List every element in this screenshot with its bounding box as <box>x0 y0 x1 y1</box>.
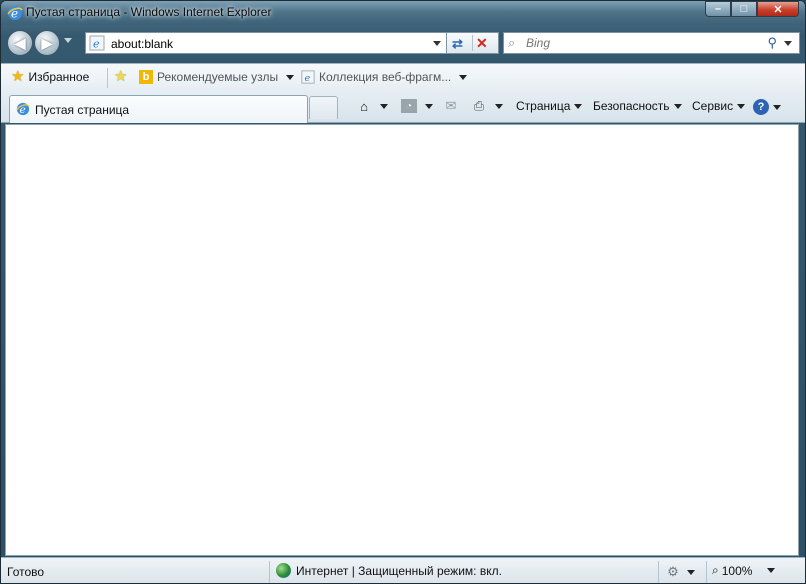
ie-page-icon: e <box>89 35 105 51</box>
print-button[interactable]: ⎙ <box>471 98 503 113</box>
web-slice-gallery-dropdown-icon[interactable] <box>459 74 468 80</box>
tab-title: Пустая страница <box>35 103 130 117</box>
tools-menu-button[interactable]: Сервис <box>692 99 746 113</box>
search-provider-icon: ⌕ <box>508 35 516 50</box>
minimize-button[interactable]: – <box>705 1 731 17</box>
page-menu-label: Страница <box>516 99 571 113</box>
status-text: Готово <box>7 565 45 579</box>
safety-menu-label: Безопасность <box>593 99 670 113</box>
new-tab-button[interactable] <box>309 96 338 119</box>
title-bar[interactable]: e Пустая страница - Windows Internet Exp… <box>1 1 805 25</box>
feeds-button[interactable]: ◔ <box>401 99 433 113</box>
search-button[interactable]: ⚲ <box>767 35 777 51</box>
read-mail-button[interactable]: ✉ <box>443 98 459 113</box>
svg-text:e: e <box>93 38 100 51</box>
address-tools: ⇄ ✕ <box>447 32 499 54</box>
search-options-dropdown-icon[interactable] <box>784 41 792 46</box>
page-content-area[interactable] <box>5 124 799 556</box>
security-zone-label: Интернет | Защищенный режим: вкл. <box>296 563 502 578</box>
home-icon: ⌂ <box>360 98 368 114</box>
close-button[interactable]: ✕ <box>757 1 799 17</box>
navigation-bar: ◀ ▶ e about:blank ⇄ ✕ ⌕ ⚲ <box>1 25 805 61</box>
search-box[interactable]: ⌕ ⚲ <box>503 32 800 54</box>
security-zone[interactable]: Интернет | Защищенный режим: вкл. <box>276 563 502 578</box>
zoom-magnifier-icon: ⌕ <box>712 563 719 577</box>
zoom-level: 100% <box>721 563 753 578</box>
tab-row: e Пустая страница ⌂ ◔ ✉ ⎙ Страница Безоп… <box>1 91 805 123</box>
rss-feed-icon: ◔ <box>401 99 417 113</box>
print-dropdown-icon[interactable] <box>495 103 503 109</box>
home-button[interactable]: ⌂ <box>356 98 388 114</box>
refresh-button[interactable]: ⇄ <box>452 36 463 52</box>
status-bar: Готово Интернет | Защищенный режим: вкл.… <box>1 557 805 583</box>
printer-icon: ⎙ <box>473 98 485 113</box>
tools-menu-label: Сервис <box>692 99 734 113</box>
stop-button[interactable]: ✕ <box>476 35 488 52</box>
suggested-sites-dropdown-icon[interactable] <box>286 74 295 80</box>
favorites-star-icon: ★ <box>11 68 25 85</box>
tools-menu-dropdown-icon <box>737 103 746 109</box>
forward-button[interactable]: ▶ <box>34 30 60 56</box>
page-menu-button[interactable]: Страница <box>516 99 583 113</box>
web-slice-gallery-button[interactable]: e Коллекция веб-фрагм... <box>301 70 468 84</box>
status-tools-dropdown-icon[interactable] <box>687 569 695 575</box>
window-title: Пустая страница - Windows Internet Explo… <box>26 5 272 19</box>
recent-pages-dropdown-icon[interactable] <box>64 38 72 43</box>
suggested-sites-label: Рекомендуемые узлы <box>157 70 279 84</box>
address-tools-divider <box>472 35 473 51</box>
address-url[interactable]: about:blank <box>111 37 173 51</box>
favorites-button[interactable]: ★ Избранное <box>11 68 90 85</box>
favorites-bar: ★ Избранное ★ b Рекомендуемые узлы e Кол… <box>1 63 805 91</box>
favorites-label: Избранное <box>28 70 90 84</box>
add-favorite-star-icon: ★ <box>114 68 128 85</box>
suggested-sites-button[interactable]: b Рекомендуемые узлы <box>139 70 295 84</box>
home-dropdown-icon[interactable] <box>380 103 388 109</box>
status-tools-button[interactable]: ⚙ <box>665 564 695 579</box>
safety-menu-dropdown-icon <box>673 103 682 109</box>
help-dropdown-icon <box>773 104 781 110</box>
status-divider <box>706 561 707 583</box>
feeds-dropdown-icon[interactable] <box>425 103 433 109</box>
help-icon: ? <box>753 99 769 115</box>
ie-logo-icon: e <box>7 6 23 21</box>
add-to-favorites-bar-button[interactable]: ★ <box>114 68 128 85</box>
maximize-button[interactable]: □ <box>731 1 757 17</box>
zoom-dropdown-icon[interactable] <box>767 568 776 573</box>
status-divider <box>269 561 270 583</box>
address-dropdown-icon[interactable] <box>433 41 441 46</box>
caption-buttons: – □ ✕ <box>705 1 799 17</box>
tab-blank-page[interactable]: e Пустая страница <box>9 95 308 123</box>
help-menu-button[interactable]: ? <box>753 99 781 115</box>
search-input[interactable] <box>526 35 756 51</box>
ie-window: e Пустая страница - Windows Internet Exp… <box>0 0 806 584</box>
popup-blocker-icon: ⚙ <box>667 564 679 579</box>
web-slice-gallery-label: Коллекция веб-фрагм... <box>319 70 452 84</box>
mail-icon: ✉ <box>445 98 457 113</box>
svg-text:e: e <box>305 73 311 84</box>
bing-icon: b <box>139 70 153 84</box>
page-menu-dropdown-icon <box>574 103 583 109</box>
safety-menu-button[interactable]: Безопасность <box>593 99 682 113</box>
content-edge <box>794 125 798 555</box>
favorites-divider <box>107 68 108 88</box>
status-divider <box>658 561 659 583</box>
internet-globe-icon <box>276 563 291 578</box>
ie-page-icon: e <box>301 70 315 84</box>
ie-logo-icon: e <box>16 102 30 116</box>
back-button[interactable]: ◀ <box>7 30 33 56</box>
zoom-control[interactable]: ⌕ 100% <box>712 563 776 578</box>
address-bar[interactable]: e about:blank <box>85 32 447 54</box>
